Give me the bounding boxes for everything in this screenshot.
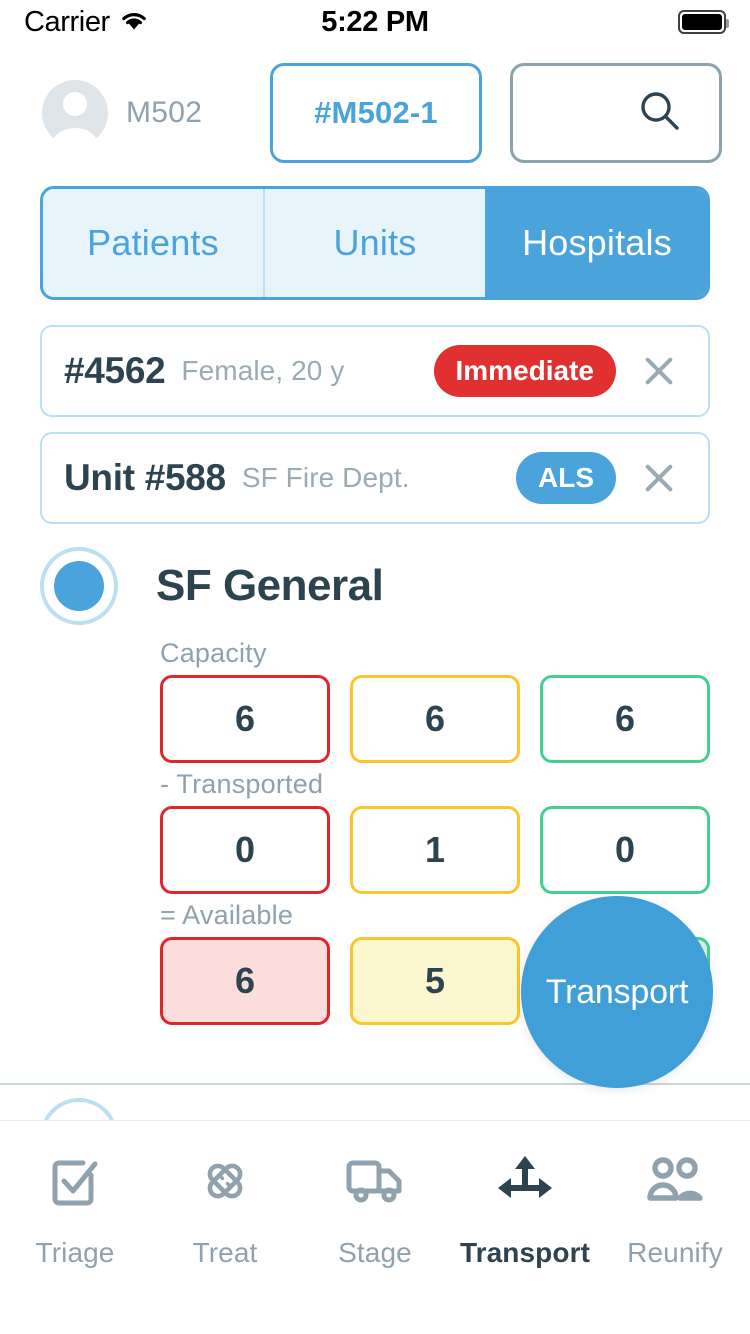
nav-item-reunify[interactable]: Reunify xyxy=(600,1147,750,1269)
bandages-icon xyxy=(187,1147,263,1215)
transported-row-label: - Transported xyxy=(160,769,324,799)
app-screen: Carrier 5:22 PM M502 #M502-1 Patients Un… xyxy=(0,0,750,1334)
nav-item-transport[interactable]: Transport xyxy=(450,1147,600,1269)
unit-id: Unit #588 xyxy=(64,457,226,498)
segment-tabs[interactable]: Patients Units Hospitals xyxy=(40,186,710,300)
nav-label-transport: Transport xyxy=(459,1237,591,1268)
patient-demographics: Female, 20 y xyxy=(181,355,345,386)
status-bar-left: Carrier xyxy=(24,6,258,39)
nav-label-triage: Triage xyxy=(35,1237,115,1268)
clear-patient-button[interactable] xyxy=(632,344,686,398)
truck-icon xyxy=(337,1147,413,1215)
tab-units[interactable]: Units xyxy=(263,189,485,297)
available-yellow-box[interactable]: 5 xyxy=(350,937,520,1025)
capacity-row-label: Capacity xyxy=(160,638,267,668)
capacity-green-box[interactable]: 6 xyxy=(540,675,710,763)
hospital-header[interactable]: SF General xyxy=(0,540,750,632)
hospital-name: SF General xyxy=(156,561,384,610)
status-bar-time: 5:22 PM xyxy=(321,5,429,38)
transported-yellow-box[interactable]: 1 xyxy=(350,806,520,894)
patient-id: #4562 xyxy=(64,350,166,391)
capacity-yellow-box[interactable]: 6 xyxy=(350,675,520,763)
capacity-red-box[interactable]: 6 xyxy=(160,675,330,763)
transported-red-box[interactable]: 0 xyxy=(160,806,330,894)
search-button[interactable] xyxy=(510,63,722,163)
triage-status-badge: Immediate xyxy=(433,345,616,397)
capacity-row: 6 6 6 xyxy=(0,675,750,763)
transported-row: 0 1 0 xyxy=(0,806,750,894)
transported-green-box[interactable]: 0 xyxy=(540,806,710,894)
nav-item-stage[interactable]: Stage xyxy=(300,1147,450,1269)
three-way-arrow-icon xyxy=(487,1147,563,1215)
nav-label-treat: Treat xyxy=(192,1237,258,1268)
selected-unit-card[interactable]: Unit #588 SF Fire Dept. ALS xyxy=(40,432,710,524)
transport-action-button[interactable]: Transport xyxy=(521,896,713,1088)
available-red-box[interactable]: 6 xyxy=(160,937,330,1025)
unit-level-badge: ALS xyxy=(516,452,616,504)
user-label: M502 xyxy=(126,96,203,129)
status-bar: Carrier 5:22 PM xyxy=(0,0,750,44)
nav-label-reunify: Reunify xyxy=(627,1237,723,1268)
user-avatar-icon xyxy=(42,80,108,146)
bottom-nav[interactable]: Triage Treat Stage Transport Reunify xyxy=(0,1120,750,1334)
nav-item-triage[interactable]: Triage xyxy=(0,1147,150,1269)
user-badge[interactable]: M502 xyxy=(42,80,270,146)
nav-item-treat[interactable]: Treat xyxy=(150,1147,300,1269)
clipboard-check-icon xyxy=(37,1147,113,1215)
search-icon xyxy=(637,88,683,139)
status-bar-right xyxy=(492,10,729,34)
hospital-radio-selected[interactable] xyxy=(40,547,118,625)
wifi-icon xyxy=(119,9,149,36)
carrier-label: Carrier xyxy=(24,5,110,38)
app-header: M502 #M502-1 xyxy=(0,58,750,168)
tab-patients[interactable]: Patients xyxy=(43,189,263,297)
clear-unit-button[interactable] xyxy=(632,451,686,505)
two-people-icon xyxy=(637,1147,713,1215)
tab-hospitals[interactable]: Hospitals xyxy=(485,189,707,297)
incident-chip[interactable]: #M502-1 xyxy=(270,63,482,163)
unit-agency: SF Fire Dept. xyxy=(241,462,410,493)
selected-patient-card[interactable]: #4562 Female, 20 y Immediate xyxy=(40,325,710,417)
battery-full-icon xyxy=(678,10,729,34)
nav-label-stage: Stage xyxy=(338,1237,412,1268)
